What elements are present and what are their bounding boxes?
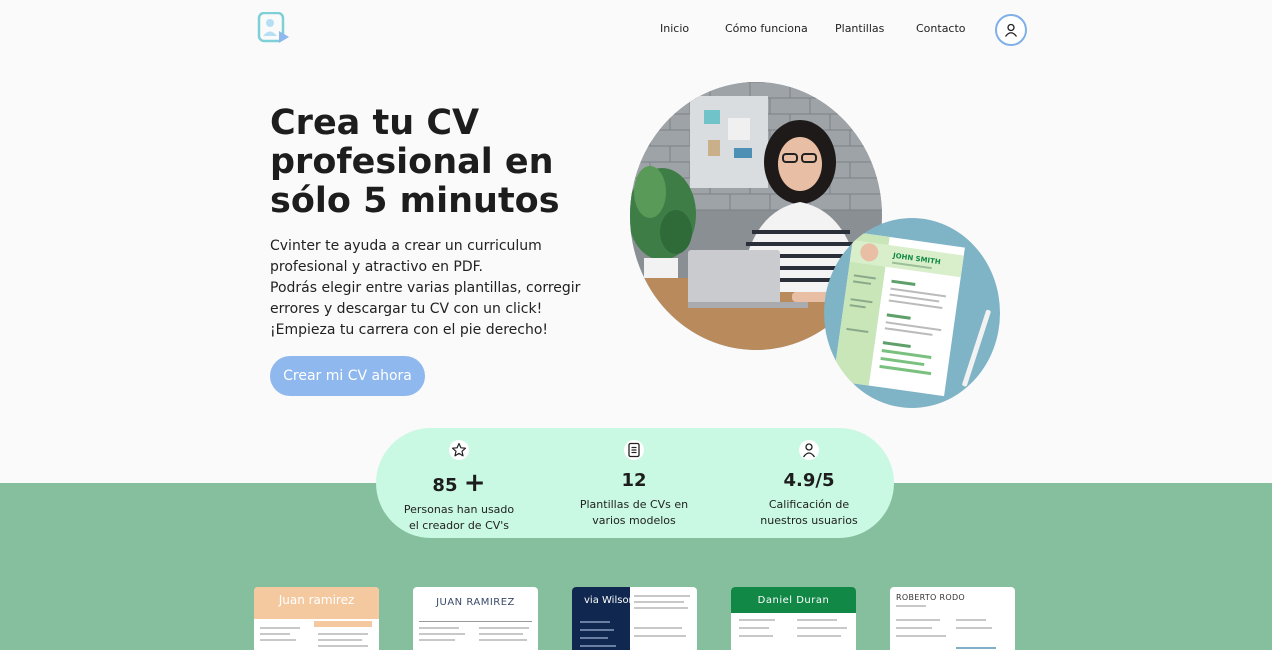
document-icon (624, 440, 644, 460)
hero-title: Crea tu CV profesional en sólo 5 minutos (270, 104, 600, 221)
template-name: ROBERTO RODO (896, 593, 966, 602)
stat-label-line: nuestros usuarios (760, 514, 858, 527)
stat-users: 85 + Personas han usado el creador de CV… (384, 440, 534, 534)
logo-icon[interactable] (257, 11, 291, 46)
stat-label-line: Calificación de (768, 498, 850, 511)
nav-plantillas[interactable]: Plantillas (835, 22, 884, 35)
star-icon (449, 440, 469, 460)
nav-contacto[interactable]: Contacto (916, 22, 966, 35)
hero-description-line: errores y descargar tu CV con un click! (270, 301, 543, 317)
stat-label-line: Plantillas de CVs en (579, 498, 689, 511)
stat-value: 85 (432, 475, 458, 496)
hero-description-line: ¡Empieza tu carrera con el pie derecho! (270, 322, 548, 338)
template-card[interactable]: Daniel Duran (731, 587, 856, 650)
hero-description-line: Podrás elegir entre varias plantillas, c… (270, 280, 581, 296)
user-icon (1004, 23, 1018, 37)
user-icon (799, 440, 819, 460)
hero-title-line: profesional en (270, 142, 554, 182)
landing-page: Inicio Cómo funciona Plantillas Contacto… (0, 0, 1272, 650)
hero-title-line: Crea tu CV (270, 103, 480, 143)
template-card[interactable]: Juan ramirez (254, 587, 379, 650)
template-card[interactable]: via Wilson (572, 587, 697, 650)
hero-description-line: Cvinter te ayuda a crear un curriculum (270, 238, 542, 254)
nav-como-funciona[interactable]: Cómo funciona (725, 22, 808, 35)
account-button[interactable] (995, 14, 1027, 46)
template-card[interactable]: JUAN RAMIREZ (413, 587, 538, 650)
create-cv-button[interactable]: Crear mi CV ahora (270, 356, 425, 396)
template-name: Juan ramirez (254, 587, 379, 619)
stat-suffix: + (463, 468, 486, 498)
template-name: JUAN RAMIREZ (436, 597, 515, 608)
cv-preview-photo: JOHN SMITH (824, 218, 1000, 408)
stat-value: 12 (621, 470, 647, 491)
hero-title-line: sólo 5 minutos (270, 181, 560, 221)
hero-description-line: profesional y atractivo en PDF. (270, 259, 483, 275)
stat-value: 4.9/5 (783, 470, 835, 491)
stat-label-line: el creador de CV's (408, 519, 510, 532)
stat-label-line: varios modelos (592, 514, 676, 527)
stats-panel: 85 + Personas han usado el creador de CV… (376, 428, 894, 538)
stat-label-line: Personas han usado (403, 503, 515, 516)
stat-templates: 12 Plantillas de CVs en varios modelos (559, 440, 709, 529)
template-name: Daniel Duran (731, 587, 856, 613)
nav-inicio[interactable]: Inicio (660, 22, 689, 35)
hero-description: Cvinter te ayuda a crear un curriculum p… (270, 236, 590, 341)
template-card[interactable]: ROBERTO RODO (890, 587, 1015, 650)
stat-rating: 4.9/5 Calificación de nuestros usuarios (734, 440, 884, 529)
template-name: via Wilson (584, 595, 635, 606)
